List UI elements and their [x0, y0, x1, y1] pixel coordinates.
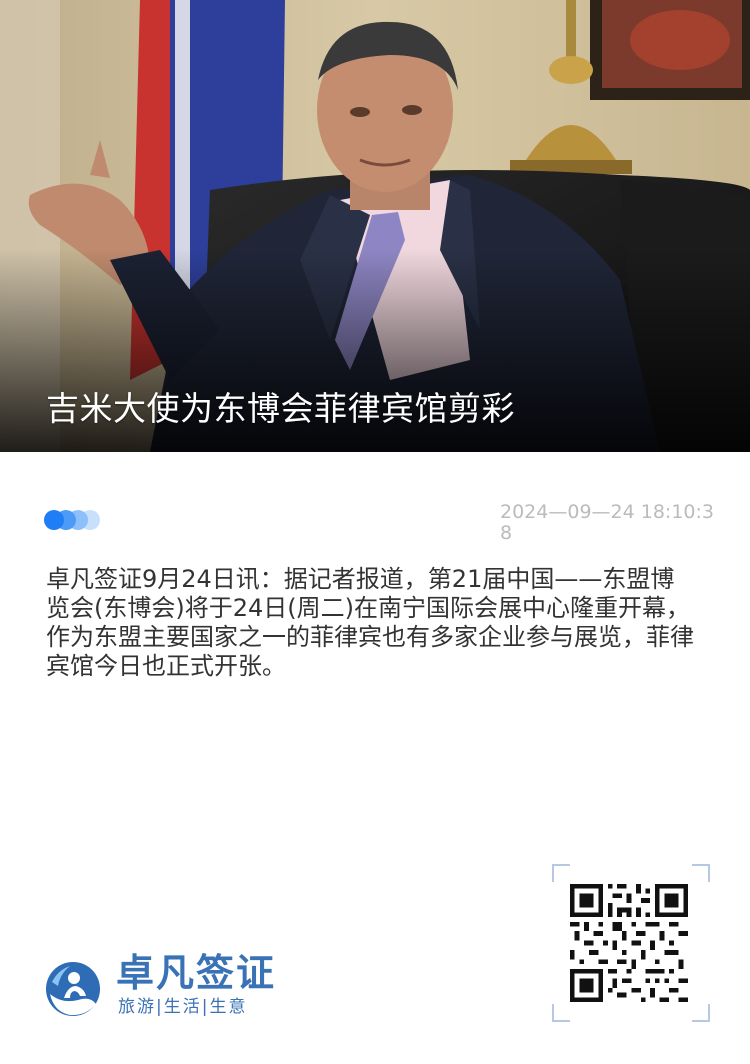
- article-title: 吉米大使为东博会菲律宾馆剪彩: [46, 389, 515, 428]
- hero-image: 吉米大使为东博会菲律宾馆剪彩: [0, 0, 750, 452]
- publish-timestamp: 2024—09—24 18:10:38: [500, 501, 714, 544]
- qr-code-icon: [570, 884, 688, 1002]
- qr-code-frame[interactable]: [552, 864, 710, 1022]
- loading-dots-indicator: [44, 510, 104, 532]
- brand-slogan: 旅游|生活|生意: [118, 997, 248, 1017]
- article-body: 卓凡签证9月24日讯：据记者报道，第21届中国——东盟博览会(东博会)将于24日…: [46, 565, 694, 680]
- globe-person-logo-icon: [46, 962, 100, 1016]
- ambassador-photo: [0, 0, 750, 452]
- brand-name: 卓凡签证: [116, 951, 277, 995]
- indicator-dot: [44, 510, 64, 530]
